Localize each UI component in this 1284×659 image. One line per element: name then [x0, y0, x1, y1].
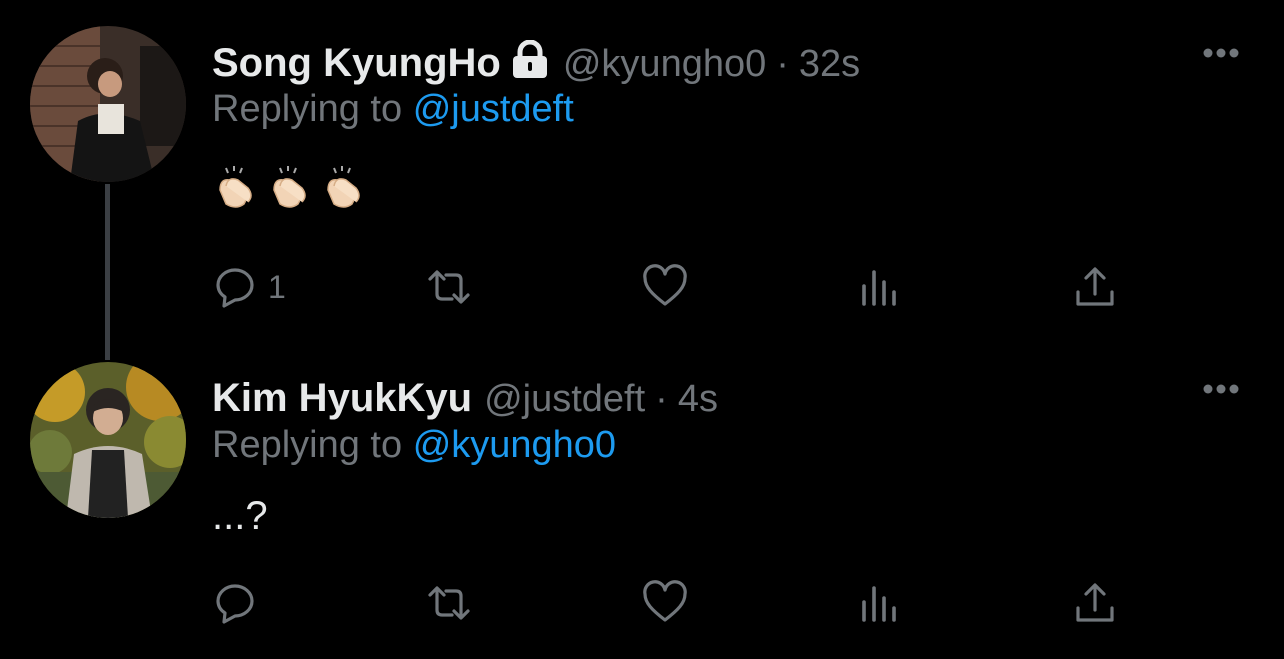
avatar[interactable]	[30, 26, 186, 182]
separator: ·	[655, 378, 668, 420]
analytics-button[interactable]	[858, 264, 904, 310]
like-icon	[643, 580, 687, 622]
tweet-text: ...?	[212, 494, 268, 538]
retweet-icon	[428, 270, 470, 304]
timestamp[interactable]: 4s	[678, 378, 718, 421]
retweet-button[interactable]	[426, 580, 472, 626]
share-icon	[1076, 267, 1114, 306]
tweet-header: Song KyungHo @kyungho0 · 32s	[212, 36, 860, 86]
like-icon	[643, 264, 687, 306]
mention-link[interactable]: @justdeft	[413, 88, 574, 130]
retweet-icon	[428, 586, 470, 620]
tweet[interactable]: Song KyungHo @kyungho0 · 32s Replying to…	[0, 0, 1284, 360]
reply-icon	[216, 584, 254, 624]
more-icon[interactable]	[1196, 379, 1246, 399]
separator: ·	[776, 43, 789, 85]
reply-button[interactable]	[212, 580, 258, 626]
tweet[interactable]: Kim HyukKyu @justdeft · 4s Replying to @…	[0, 340, 1284, 659]
action-bar	[212, 580, 1132, 626]
action-bar: 1	[212, 264, 1132, 310]
clap-icon	[327, 166, 360, 208]
share-button[interactable]	[1072, 264, 1118, 310]
timestamp[interactable]: 32s	[799, 43, 860, 86]
like-button[interactable]	[642, 264, 688, 310]
replying-prefix: Replying to	[212, 424, 403, 466]
mention-link[interactable]: @kyungho0	[413, 424, 616, 466]
analytics-icon	[862, 270, 896, 306]
author-name[interactable]: Kim HyukKyu	[212, 376, 472, 421]
share-icon	[1076, 583, 1114, 622]
clap-icon	[219, 166, 252, 208]
lock-icon	[509, 39, 551, 80]
reply-count: 1	[268, 268, 286, 305]
clap-icon	[273, 166, 306, 208]
author-handle[interactable]: @justdeft	[484, 378, 645, 421]
replying-to: Replying to @kyungho0	[212, 424, 616, 467]
author-handle[interactable]: @kyungho0	[563, 43, 766, 86]
tweet-text	[212, 164, 366, 210]
analytics-button[interactable]	[858, 580, 904, 626]
share-button[interactable]	[1072, 580, 1118, 626]
like-button[interactable]	[642, 580, 688, 626]
author-name[interactable]: Song KyungHo	[212, 41, 501, 86]
replying-prefix: Replying to	[212, 88, 403, 130]
retweet-button[interactable]	[426, 264, 472, 310]
more-icon[interactable]	[1196, 43, 1246, 63]
tweet-header: Kim HyukKyu @justdeft · 4s	[212, 376, 718, 421]
reply-button[interactable]: 1	[212, 264, 286, 310]
reply-icon	[216, 268, 254, 308]
analytics-icon	[862, 586, 896, 622]
thread-line	[105, 184, 110, 360]
avatar[interactable]	[30, 362, 186, 518]
replying-to: Replying to @justdeft	[212, 88, 574, 131]
